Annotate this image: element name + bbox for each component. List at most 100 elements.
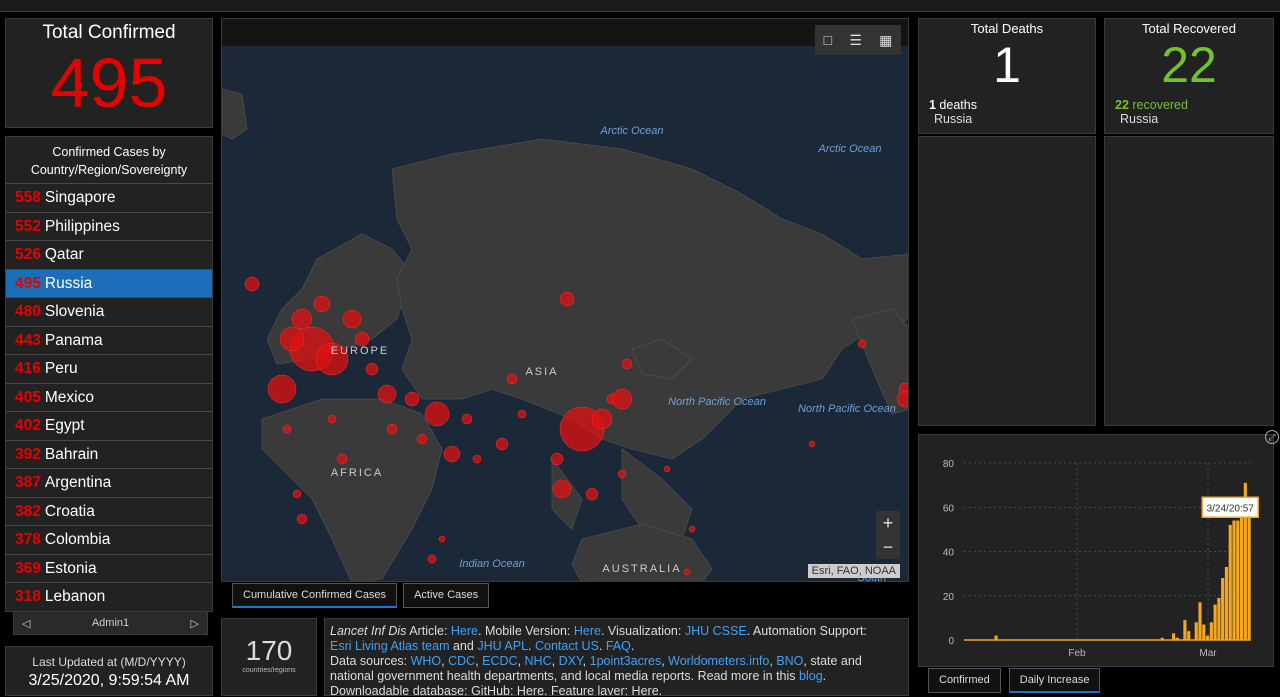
country-list-header: Confirmed Cases by Country/Region/Sovere… — [30, 145, 188, 177]
country-list-item[interactable]: 526 Qatar — [6, 240, 212, 269]
data-source-link[interactable]: NHC — [525, 654, 552, 668]
data-source-link[interactable]: ECDC — [482, 654, 517, 668]
x-tick-label: Feb — [1068, 648, 1086, 659]
map-tabs: Cumulative Confirmed Cases Active Cases — [232, 583, 490, 608]
recovered-item: 22 recovered — [1105, 98, 1273, 112]
country-name: Bahrain — [44, 445, 99, 463]
article-link[interactable]: Here — [451, 624, 478, 638]
chart-tabs: Confirmed Daily Increase — [928, 668, 1101, 693]
jhu-apl-link[interactable]: JHU APL — [477, 639, 528, 653]
faq-link[interactable]: FAQ — [606, 639, 631, 653]
country-list-item[interactable]: 318 Lebanon — [6, 582, 212, 611]
total-confirmed-value: 495 — [50, 44, 168, 122]
country-list-item[interactable]: 369 Estonia — [6, 553, 212, 583]
country-list-item[interactable]: 405 Mexico — [6, 382, 212, 412]
zoom-out-button[interactable]: − — [876, 535, 900, 559]
country-list-item[interactable]: 382 Croatia — [6, 496, 212, 526]
info-panel: Lancet Inf Dis Article: Here. Mobile Ver… — [324, 618, 909, 696]
daily-increase-chart[interactable]: 0 20 40 60 80 Feb Mar 3/24/20:57 — [919, 435, 1275, 668]
expand-icon[interactable]: ⤢ — [1265, 430, 1279, 444]
info-text-5: national government health departments, … — [330, 669, 800, 683]
deaths-list-panel — [918, 136, 1096, 426]
info-text-3: . Visualization: — [600, 624, 685, 638]
chart-bar — [1221, 578, 1225, 640]
country-list-item[interactable]: 443 Panama — [6, 325, 212, 355]
country-list-item[interactable]: 480 Slovenia — [6, 297, 212, 326]
map-canvas[interactable]: Arctic Ocean Arctic Ocean North Pacific … — [222, 19, 909, 582]
country-list-item[interactable]: 387 Argentina — [6, 468, 212, 497]
admin-nav: ◁ Admin1 ▷ — [13, 611, 208, 635]
recovered-item-num: 22 — [1115, 98, 1129, 112]
country-name: Philippines — [44, 217, 120, 235]
tab-cumulative-confirmed[interactable]: Cumulative Confirmed Cases — [232, 583, 398, 608]
map-label-indian-ocean: Indian Ocean — [459, 558, 524, 570]
tab-active-cases[interactable]: Active Cases — [403, 583, 490, 608]
data-source-link[interactable]: DXY — [559, 654, 583, 668]
total-recovered-value: 22 — [1161, 37, 1217, 93]
chart-bar — [1239, 513, 1244, 640]
chart-bar — [1224, 566, 1229, 640]
sources-list: WHO, CDC, ECDC, NHC, DXY, 1point3acres, … — [410, 654, 804, 668]
deaths-item-text: deaths — [935, 98, 977, 112]
map-label-arctic-ocean-2: Arctic Ocean — [818, 143, 882, 155]
info-and: and — [449, 639, 478, 653]
country-list-item[interactable]: 378 Colombia — [6, 525, 212, 554]
y-tick-label: 20 — [943, 592, 955, 603]
country-name: Mexico — [44, 388, 94, 406]
contact-link[interactable]: Contact US — [535, 639, 599, 653]
country-list-item[interactable]: 552 Philippines — [6, 211, 212, 241]
sources-label: Data sources: — [330, 654, 411, 668]
country-list-item[interactable]: 495 Russia — [6, 268, 212, 297]
country-case-count: 392 — [15, 445, 41, 463]
basemap-grid-icon[interactable]: ▦ — [879, 32, 892, 49]
data-source-link[interactable]: Worldometers.info — [668, 654, 769, 668]
map-label-africa: AFRICA — [331, 467, 383, 479]
country-case-count: 402 — [15, 417, 41, 434]
mobile-link[interactable]: Here — [574, 624, 601, 638]
blog-link[interactable]: blog — [799, 669, 823, 683]
info-line-2: Esri Living Atlas team and JHU APL. Cont… — [330, 639, 635, 653]
esri-team-link[interactable]: Esri Living Atlas team — [330, 639, 450, 653]
legend-list-icon[interactable]: ☰ — [849, 32, 862, 49]
data-source-link[interactable]: BNO — [776, 654, 803, 668]
country-list-item[interactable]: 392 Bahrain — [6, 439, 212, 469]
country-list-item[interactable]: 416 Peru — [6, 354, 212, 383]
chart-bar — [1236, 520, 1240, 640]
map-label-australia: AUSTRALIA — [602, 563, 681, 575]
info-text-2: . Mobile Version: — [478, 624, 574, 638]
total-recovered-label: Total Recovered — [1142, 21, 1236, 36]
total-confirmed-label: Total Confirmed — [42, 22, 176, 43]
country-case-count: 526 — [15, 246, 41, 263]
next-arrow-icon[interactable]: ▷ — [191, 617, 199, 630]
total-deaths-panel: Total Deaths 1 1 deaths Russia — [918, 18, 1096, 134]
prev-arrow-icon[interactable]: ◁ — [22, 617, 30, 630]
deaths-item-num: 1 — [929, 98, 936, 112]
total-recovered-panel: Total Recovered 22 22 recovered Russia — [1104, 18, 1274, 134]
info-line-4: national government health departments, … — [330, 669, 827, 683]
bookmark-icon[interactable]: □ — [824, 32, 832, 48]
data-source-link[interactable]: WHO — [411, 654, 442, 668]
country-name: Lebanon — [44, 588, 106, 605]
country-list-item[interactable]: 558 Singapore — [6, 183, 212, 212]
country-name: Croatia — [44, 502, 95, 520]
data-source-link[interactable]: 1point3acres — [590, 654, 662, 668]
country-list-panel: Confirmed Cases by Country/Region/Sovere… — [5, 136, 213, 612]
country-name: Estonia — [44, 559, 97, 577]
chart-bar — [1171, 633, 1176, 640]
chart-bar — [1187, 631, 1191, 640]
zoom-in-button[interactable]: + — [876, 511, 900, 535]
info-line-3: Data sources: WHO, CDC, ECDC, NHC, DXY, … — [330, 654, 903, 669]
data-source-link[interactable]: CDC — [448, 654, 475, 668]
countries-count-value: 170 — [245, 635, 293, 666]
recovered-item-country: Russia — [1120, 112, 1159, 126]
info-text-1: Article: — [406, 624, 451, 638]
tab-daily-increase[interactable]: Daily Increase — [1008, 668, 1101, 693]
map-label-north-pacific-2: North Pacific Ocean — [798, 403, 896, 415]
country-list-item[interactable]: 402 Egypt — [6, 411, 212, 440]
y-tick-label: 0 — [948, 636, 954, 647]
country-case-count: 369 — [15, 559, 41, 577]
world-map[interactable]: Arctic Ocean Arctic Ocean North Pacific … — [221, 18, 909, 582]
tab-confirmed[interactable]: Confirmed — [928, 668, 1001, 693]
jhu-csse-link[interactable]: JHU CSSE — [685, 624, 747, 638]
deaths-item-country: Russia — [934, 112, 973, 126]
